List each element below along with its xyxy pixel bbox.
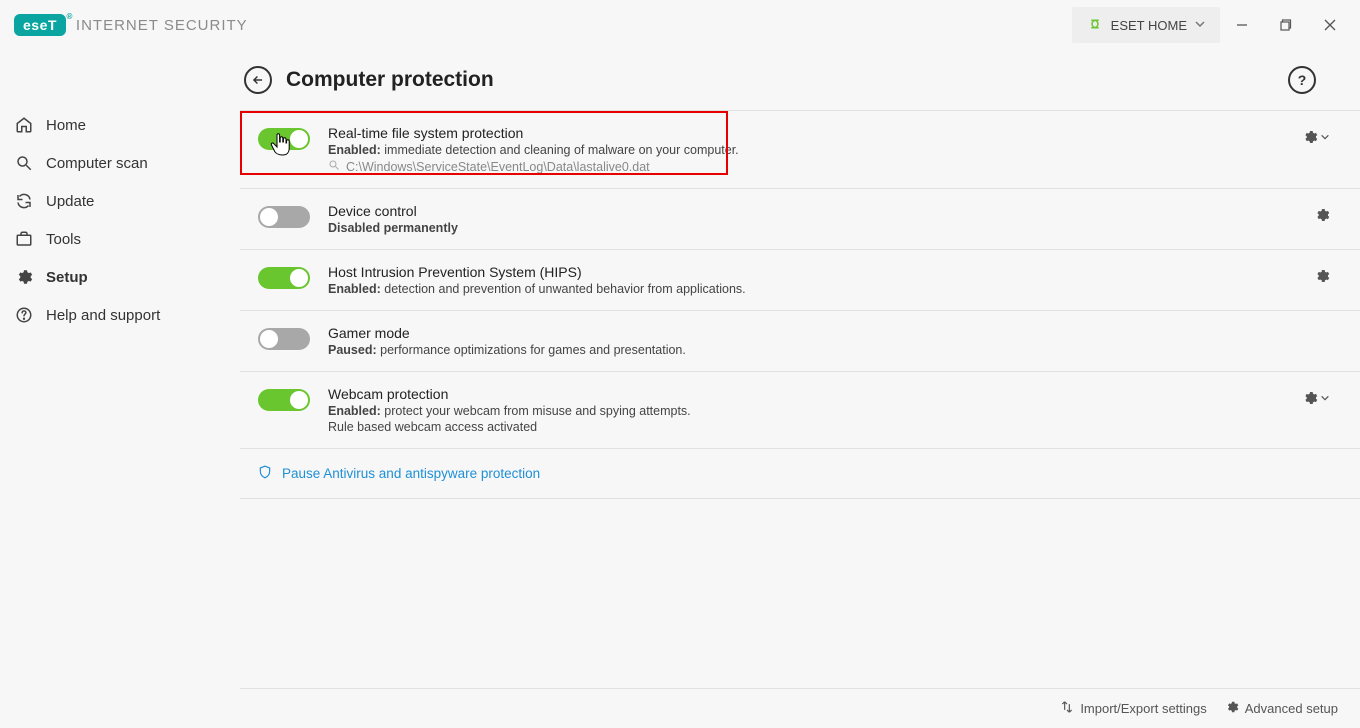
help-button[interactable]: ? xyxy=(1288,66,1316,94)
row-status: Enabled: protect your webcam from misuse… xyxy=(328,404,1284,418)
sidebar-item-setup[interactable]: Setup xyxy=(0,258,240,296)
sidebar-item-help[interactable]: Help and support xyxy=(0,296,240,334)
pause-antivirus-link[interactable]: Pause Antivirus and antispyware protecti… xyxy=(240,449,1360,499)
close-button[interactable] xyxy=(1308,7,1352,43)
row-settings-button[interactable] xyxy=(1302,129,1330,145)
eset-home-label: ESET HOME xyxy=(1111,18,1187,33)
gear-icon xyxy=(1225,700,1239,717)
search-icon xyxy=(328,159,340,174)
sidebar-item-label: Home xyxy=(46,117,86,134)
sidebar-item-scan[interactable]: Computer scan xyxy=(0,144,240,182)
refresh-icon xyxy=(14,191,34,211)
row-webcam-protection: Webcam protection Enabled: protect your … xyxy=(240,372,1360,449)
row-status: Paused: performance optimizations for ga… xyxy=(328,343,1330,357)
footer: Import/Export settings Advanced setup xyxy=(240,688,1360,728)
import-export-button[interactable]: Import/Export settings xyxy=(1060,700,1206,717)
toggle-device-control[interactable] xyxy=(258,206,310,228)
row-real-time-protection: Real-time file system protection Enabled… xyxy=(240,111,1360,189)
row-title: Webcam protection xyxy=(328,386,1284,402)
advanced-setup-label: Advanced setup xyxy=(1245,701,1338,716)
back-button[interactable] xyxy=(244,66,272,94)
gear-icon xyxy=(14,267,34,287)
sidebar-item-label: Help and support xyxy=(46,307,160,324)
row-device-control: Device control Disabled permanently xyxy=(240,189,1360,250)
toggle-webcam[interactable] xyxy=(258,389,310,411)
row-hips: Host Intrusion Prevention System (HIPS) … xyxy=(240,250,1360,311)
eset-home-button[interactable]: ESET HOME xyxy=(1072,7,1220,43)
search-icon xyxy=(14,153,34,173)
advanced-setup-button[interactable]: Advanced setup xyxy=(1225,700,1338,717)
row-title: Real-time file system protection xyxy=(328,125,1284,141)
import-export-icon xyxy=(1060,700,1074,717)
eset-logo: eseT ® xyxy=(14,14,66,36)
toggle-gamer-mode[interactable] xyxy=(258,328,310,350)
main-content: Computer protection ? Real-time file sys… xyxy=(240,50,1360,688)
sidebar-item-label: Update xyxy=(46,193,94,210)
sidebar-item-label: Tools xyxy=(46,231,81,248)
row-status: Enabled: detection and prevention of unw… xyxy=(328,282,1296,296)
sidebar-item-label: Setup xyxy=(46,269,88,286)
sidebar-item-home[interactable]: Home xyxy=(0,106,240,144)
row-status: Disabled permanently xyxy=(328,221,1296,235)
row-extra: Rule based webcam access activated xyxy=(328,420,1284,434)
chevron-down-icon xyxy=(1320,393,1330,403)
row-settings-button[interactable] xyxy=(1314,207,1330,223)
row-settings-button[interactable] xyxy=(1314,268,1330,284)
briefcase-icon xyxy=(14,229,34,249)
home-icon xyxy=(14,115,34,135)
chevron-down-icon xyxy=(1194,18,1206,33)
toggle-hips[interactable] xyxy=(258,267,310,289)
sidebar-item-label: Computer scan xyxy=(46,155,148,172)
sidebar: Home Computer scan Update Tools Setup He… xyxy=(0,50,240,688)
link-icon xyxy=(1086,18,1104,33)
row-title: Host Intrusion Prevention System (HIPS) xyxy=(328,264,1296,280)
row-title: Gamer mode xyxy=(328,325,1330,341)
chevron-down-icon xyxy=(1320,132,1330,142)
row-scan-path: C:\Windows\ServiceState\EventLog\Data\la… xyxy=(328,159,1284,174)
toggle-real-time[interactable] xyxy=(258,128,310,150)
row-title: Device control xyxy=(328,203,1296,219)
product-name: INTERNET SECURITY xyxy=(76,17,248,34)
logo-text: eseT xyxy=(23,17,57,33)
help-icon xyxy=(14,305,34,325)
shield-icon xyxy=(258,465,272,482)
sidebar-item-update[interactable]: Update xyxy=(0,182,240,220)
row-gamer-mode: Gamer mode Paused: performance optimizat… xyxy=(240,311,1360,372)
row-status: Enabled: immediate detection and cleanin… xyxy=(328,143,1284,157)
import-export-label: Import/Export settings xyxy=(1080,701,1206,716)
page-title: Computer protection xyxy=(286,68,494,92)
row-settings-button[interactable] xyxy=(1302,390,1330,406)
pause-link-label: Pause Antivirus and antispyware protecti… xyxy=(282,466,540,481)
maximize-button[interactable] xyxy=(1264,7,1308,43)
sidebar-item-tools[interactable]: Tools xyxy=(0,220,240,258)
minimize-button[interactable] xyxy=(1220,7,1264,43)
